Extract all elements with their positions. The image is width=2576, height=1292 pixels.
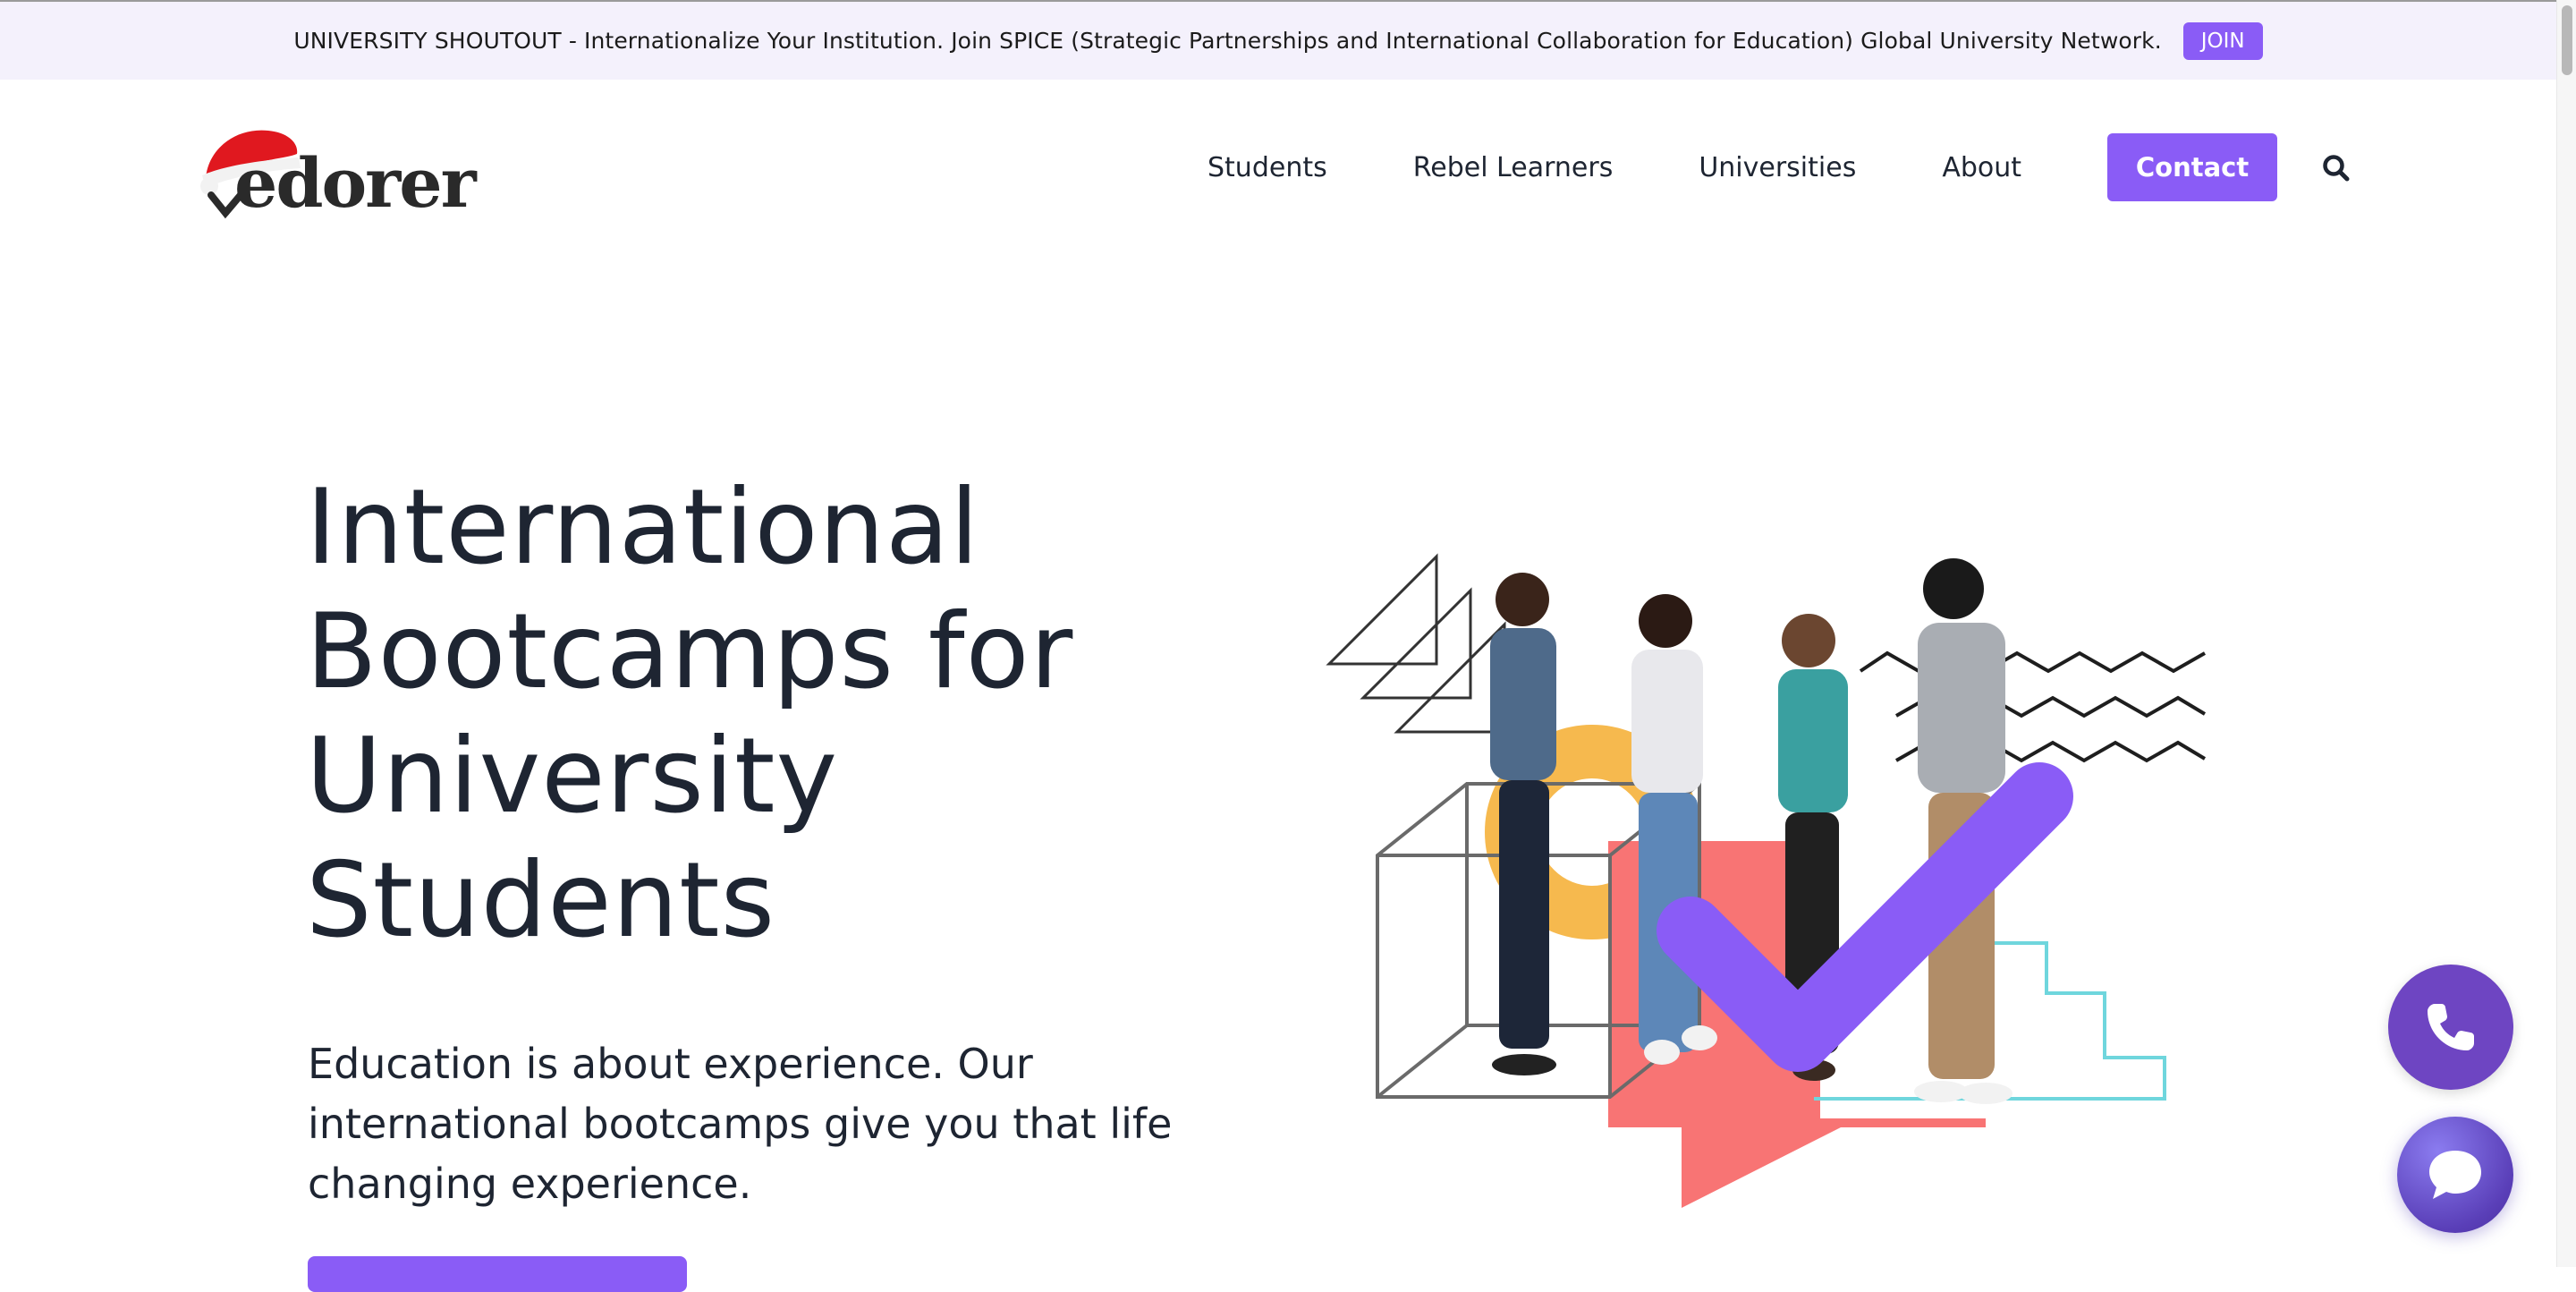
hero-title-line: Students (306, 840, 776, 961)
nav-universities[interactable]: Universities (1699, 152, 1856, 183)
logo[interactable]: edorer (199, 123, 477, 231)
hero-subtitle-line: Education is about experience. Our (308, 1040, 1033, 1088)
chat-bubble-icon (2429, 1151, 2481, 1199)
hero-illustration (1326, 553, 2207, 1208)
announcement-text: UNIVERSITY SHOUTOUT - Internationalize Y… (293, 28, 2162, 54)
scrollbar[interactable] (2556, 0, 2576, 1267)
phone-button[interactable] (2388, 965, 2513, 1090)
triangles-decoration (1326, 553, 1506, 734)
hero-subtitle: Education is about experience. Our inter… (308, 1034, 1202, 1214)
nav-students[interactable]: Students (1208, 152, 1327, 183)
hero-title-line: University (306, 716, 839, 837)
search-icon[interactable] (2322, 154, 2351, 183)
zigzag-decoration (1859, 650, 2207, 763)
chat-button[interactable] (2397, 1117, 2513, 1233)
hero-title: International Bootcamps for University S… (306, 465, 1290, 963)
phone-icon (2428, 1004, 2474, 1050)
main-nav: Students Rebel Learners Universities Abo… (1208, 132, 2278, 202)
logo-text: edorer (234, 143, 477, 223)
contact-button[interactable]: Contact (2107, 133, 2278, 201)
join-button[interactable]: JOIN (2182, 21, 2263, 60)
hero-subtitle-line: changing experience. (308, 1160, 752, 1208)
announcement-bar: UNIVERSITY SHOUTOUT - Internationalize Y… (0, 0, 2556, 80)
hero-subtitle-line: international bootcamps give you that li… (308, 1100, 1173, 1148)
nav-about[interactable]: About (1942, 152, 2021, 183)
hero-title-line: International (306, 467, 980, 588)
hero-cta-button[interactable] (308, 1256, 687, 1292)
hero-title-line: Bootcamps for (306, 591, 1074, 712)
nav-rebel-learners[interactable]: Rebel Learners (1413, 152, 1614, 183)
scrollbar-thumb[interactable] (2562, 5, 2572, 75)
